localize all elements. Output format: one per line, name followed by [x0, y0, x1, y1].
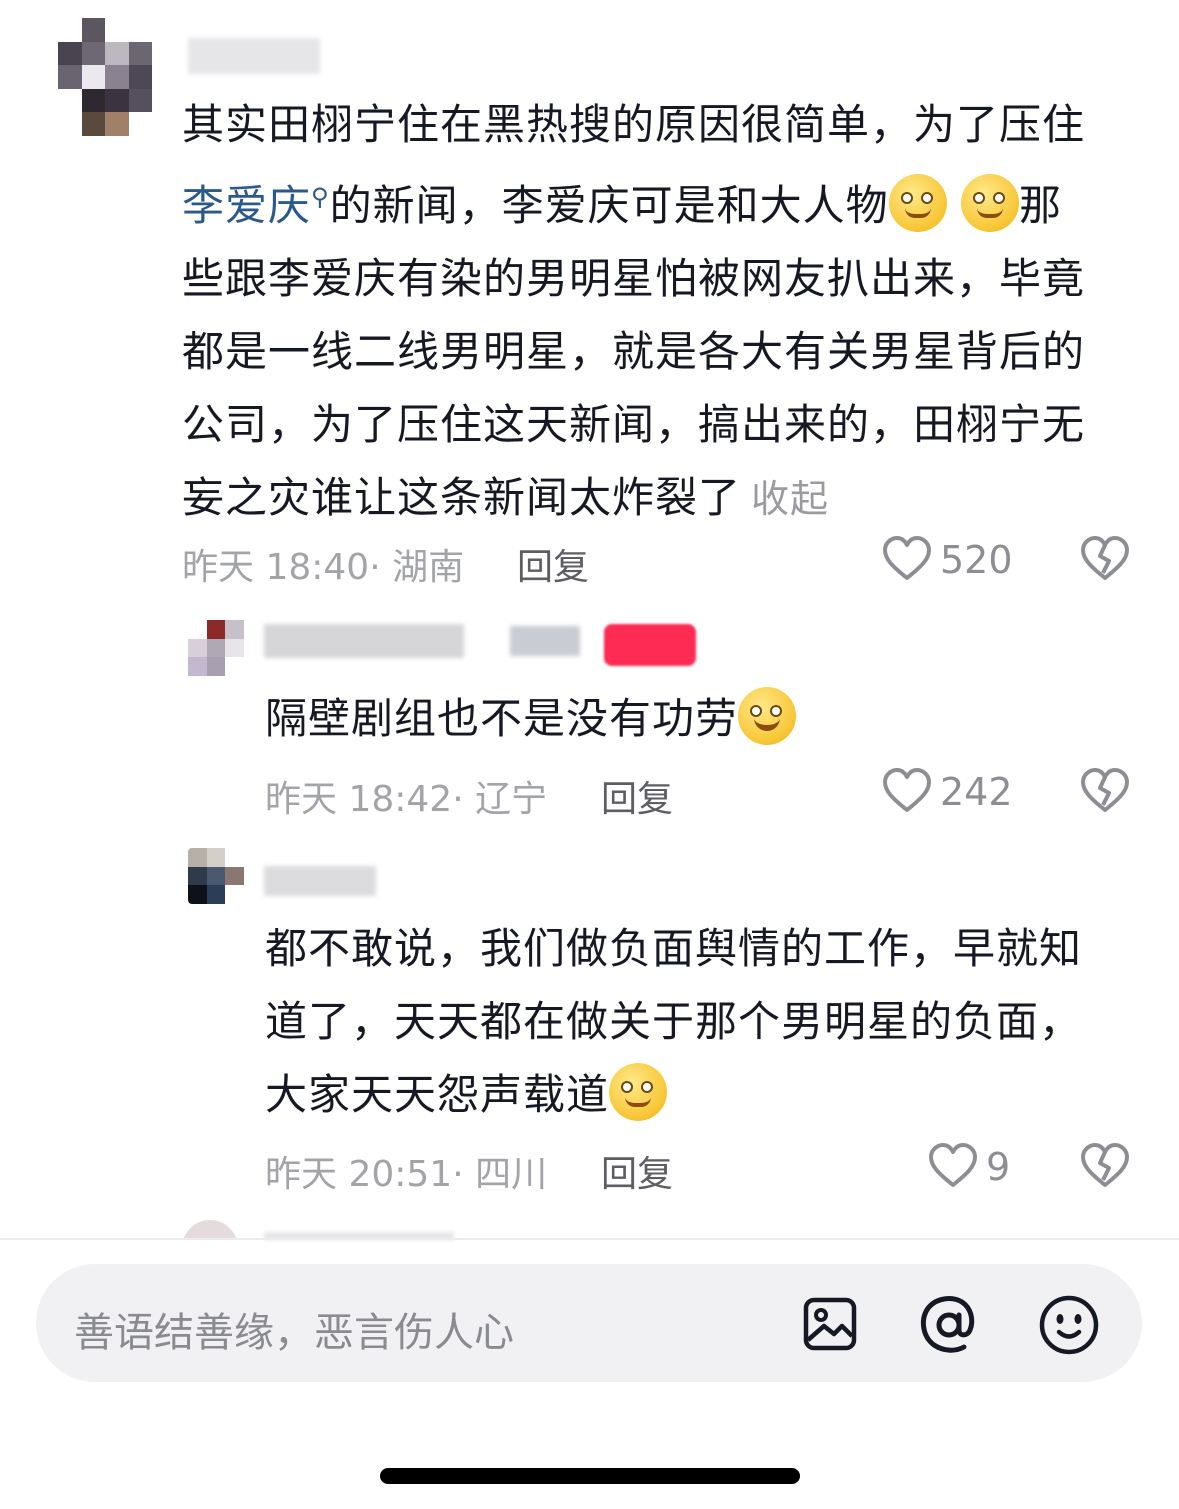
next-comment-avatar[interactable]: [182, 1220, 238, 1238]
username[interactable]: [264, 866, 376, 896]
comment-line: 些跟李爱庆有染的男明星怕被网友扒出来，毕竟: [182, 254, 1086, 303]
reply-button[interactable]: 回复: [601, 1145, 673, 1197]
comment-meta: 昨天 20:51· 四川: [265, 1154, 548, 1195]
avatar[interactable]: [58, 18, 152, 136]
comment-line: 都不敢说，我们做负面舆情的工作，早就知: [265, 924, 1083, 973]
like-count: 520: [940, 538, 1013, 582]
comment-input-placeholder: 善语结善缘，恶言伤人心: [74, 1310, 514, 1356]
like-count: 9: [986, 1145, 1011, 1189]
reply-button[interactable]: 回复: [601, 770, 673, 822]
avatar[interactable]: [188, 848, 244, 904]
divider: [0, 1238, 1179, 1240]
at-icon[interactable]: [918, 1294, 980, 1356]
collapse-button[interactable]: 收起: [751, 477, 829, 521]
comment-text: 其实田栩宁住在黑热搜的原因很简单，为了压住 李爱庆⚲的新闻，李爱庆可是和大人物 …: [182, 88, 1142, 536]
avatar[interactable]: [188, 620, 244, 676]
home-indicator[interactable]: [380, 1468, 800, 1484]
comment-meta: 昨天 18:42· 辽宁: [265, 779, 548, 820]
grinning-emoji: [738, 687, 797, 745]
heart-icon[interactable]: [882, 536, 932, 582]
comment-line: 妄之灾谁让这条新闻太炸裂了 收起: [182, 473, 830, 522]
comment-meta: 昨天 18:40· 湖南: [182, 547, 465, 588]
heart-icon[interactable]: [882, 768, 932, 814]
comment-line: 李爱庆⚲的新闻，李爱庆可是和大人物 那: [182, 161, 1142, 242]
broken-heart-icon[interactable]: [1080, 1143, 1130, 1189]
username-emoji: [510, 626, 580, 656]
broken-heart-icon[interactable]: [1080, 768, 1130, 814]
comment-input[interactable]: 善语结善缘，恶言伤人心: [36, 1264, 1142, 1382]
username[interactable]: [188, 38, 320, 74]
comment-line: 公司，为了压住这天新闻，搞出来的，田栩宁无: [182, 400, 1086, 449]
comment-line: 道了，天天都在做关于那个男明星的负面，: [265, 997, 1083, 1046]
thinking-emoji: [960, 174, 1019, 232]
reply-button[interactable]: 回复: [517, 538, 589, 590]
smiling-emoji: [609, 1063, 668, 1121]
username[interactable]: [264, 624, 464, 658]
comment-line: 都是一线二线男明星，就是各大有关男星背后的: [182, 327, 1086, 376]
author-badge: [604, 624, 696, 666]
comment-line: 隔壁剧组也不是没有功劳: [265, 682, 1145, 755]
comment-text: 隔壁剧组也不是没有功劳: [265, 682, 1145, 755]
emoji-icon[interactable]: [1038, 1294, 1100, 1356]
mention-link[interactable]: 李爱庆: [182, 181, 311, 230]
comment-line: 其实田栩宁住在黑热搜的原因很简单，为了压住: [182, 100, 1086, 149]
search-icon[interactable]: ⚲: [311, 183, 330, 211]
comment-text: 都不敢说，我们做负面舆情的工作，早就知 道了，天天都在做关于那个男明星的负面， …: [265, 912, 1145, 1131]
broken-heart-icon[interactable]: [1080, 536, 1130, 582]
heart-icon[interactable]: [928, 1143, 978, 1189]
comment-line: 大家天天怨声载道: [265, 1058, 1145, 1131]
thinking-emoji: [888, 174, 947, 232]
image-icon[interactable]: [802, 1296, 858, 1352]
like-count: 242: [940, 770, 1013, 814]
